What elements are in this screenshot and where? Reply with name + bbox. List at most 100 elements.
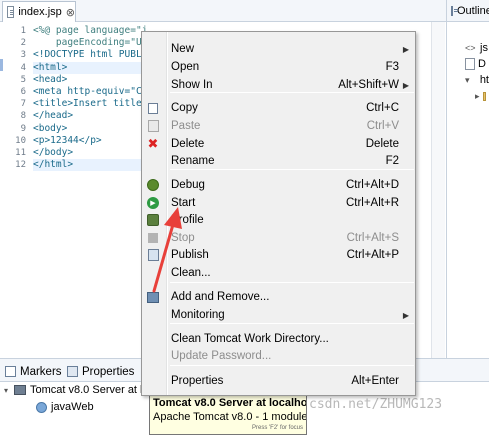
code-line: <!DOCTYPE html PUBL [33, 49, 142, 61]
outline-item[interactable]: <> js [465, 40, 489, 56]
doctype-icon [465, 58, 475, 70]
line-number: 4 [20, 62, 26, 73]
outline-item-label: js [480, 42, 488, 54]
module-tree-item[interactable]: javaWeb [36, 401, 94, 413]
menu-item-monitoring[interactable]: Monitoring ▶ [144, 306, 413, 324]
outline-item[interactable]: ▸ [465, 88, 489, 104]
code-line: <p>12344</p> [33, 134, 102, 146]
close-icon[interactable]: ⊗ [66, 6, 75, 19]
menu-item-shortcut: Ctrl+C [366, 102, 399, 114]
outline-item-label: D [478, 58, 486, 70]
menu-item-label: Copy [171, 102, 198, 114]
arrow-shaft [152, 219, 176, 293]
paste-icon [146, 119, 160, 133]
line-number: 8 [20, 111, 26, 122]
copy-icon [145, 99, 160, 115]
menu-separator [170, 365, 414, 366]
line-number: 6 [20, 87, 26, 98]
menu-item-label: Rename [171, 155, 215, 167]
submenu-arrow-icon: ▶ [402, 310, 409, 320]
menu-item-shortcut: Ctrl+Alt+S [346, 232, 399, 244]
menu-item-label: Monitoring [171, 309, 225, 321]
menu-item-shortcut: Ctrl+V [366, 120, 399, 132]
outline-tab-label: Outline [457, 4, 489, 17]
editor-tab-bar: index.jsp ⊗ [0, 0, 446, 22]
menu-item-label: Properties [171, 375, 224, 387]
code-line: pageEncoding="U [33, 37, 142, 49]
code-line: </head> [33, 110, 74, 122]
menu-item-delete[interactable]: ✖ Delete Delete [144, 135, 413, 153]
editor-tab-index-jsp[interactable]: index.jsp ⊗ [2, 1, 76, 22]
menu-item-debug[interactable]: Debug Ctrl+Alt+D [144, 176, 413, 194]
tooltip-title: Tomcat v8.0 Server at localhost [153, 397, 307, 409]
menu-item-update-password[interactable]: Update Password... [144, 347, 413, 365]
menu-item-label: Update Password... [171, 350, 272, 362]
menu-item-label: Open [171, 61, 200, 73]
line-number: 3 [20, 50, 26, 61]
outline-item[interactable]: D [465, 56, 489, 72]
menu-item-shortcut: Ctrl+Alt+P [346, 249, 399, 261]
chevron-down-icon[interactable]: ▾ [4, 386, 14, 395]
folder-icon [482, 91, 486, 101]
tooltip-footer: Press 'F2' for focus [252, 425, 303, 431]
menu-item-label: New [171, 43, 195, 55]
paste-icon-glyph [147, 120, 159, 132]
markers-icon [5, 366, 16, 377]
code-line: </body> [33, 146, 74, 158]
tab-properties[interactable]: Properties [64, 362, 134, 381]
menu-item-shortcut: Alt+Shift+W [338, 79, 399, 91]
web-module-icon [36, 401, 47, 413]
outline-icon [451, 5, 458, 16]
delete-icon: ✖ [146, 136, 160, 151]
server-icon [14, 385, 26, 395]
line-number: 1 [20, 26, 26, 36]
line-number: 9 [20, 123, 26, 134]
tab-outline[interactable]: Outline [447, 0, 489, 22]
tooltip-subtitle: Apache Tomcat v8.0 - 1 modules [153, 410, 307, 423]
code-line: <%@ page language="java" contentType="te… [33, 25, 148, 36]
menu-item-properties[interactable]: Properties Alt+Enter [144, 372, 413, 390]
menu-item-copy[interactable]: Copy Ctrl+C [144, 99, 413, 117]
chevron-right-icon[interactable]: ▸ [475, 91, 480, 102]
code-line: <body> [33, 122, 68, 134]
menu-separator [170, 323, 414, 324]
code-line: <html> [33, 61, 148, 74]
editor-scrollbar[interactable] [431, 22, 445, 358]
outline-item-label: ht [479, 74, 489, 86]
menu-item-rename[interactable]: Rename F2 [144, 152, 413, 170]
submenu-arrow-icon: ▶ [402, 80, 409, 90]
line-number: 11 [15, 148, 26, 159]
line-number: 12 [15, 160, 26, 171]
code-line: <meta http-equiv="C [33, 85, 142, 97]
submenu-arrow-icon: ▶ [402, 44, 409, 54]
code-line: </html> [33, 159, 148, 172]
menu-item-shortcut: Alt+Enter [351, 375, 399, 387]
menu-item-new[interactable]: New ▶ [144, 40, 413, 58]
menu-item-shortcut: Ctrl+Alt+R [345, 197, 399, 209]
editor-tab-label: index.jsp [18, 6, 62, 18]
menu-item-label: Debug [171, 179, 205, 191]
line-numbers: 1 2 3 4 5 6 7 8 9 10 11 12 [0, 25, 26, 171]
chevron-down-icon[interactable]: ▾ [465, 75, 477, 86]
tag-icon: <> [465, 43, 476, 53]
outline-panel: Outline <> js D ▾ ht ▸ [446, 0, 489, 358]
code-line: <head> [33, 73, 68, 85]
jsp-file-icon [7, 6, 15, 18]
menu-separator [170, 92, 414, 93]
menu-item-paste[interactable]: Paste Ctrl+V [144, 117, 413, 135]
copy-icon-glyph [145, 99, 158, 114]
tab-markers[interactable]: Markers [2, 362, 62, 381]
code-editor[interactable]: <%@ page language="java" contentType="te… [33, 25, 148, 172]
code-line: <title>Insert title [33, 98, 142, 110]
menu-item-shortcut: F3 [385, 61, 399, 73]
menu-item-shortcut: Ctrl+Alt+D [345, 179, 399, 191]
menu-item-open[interactable]: Open F3 [144, 58, 413, 76]
outline-item[interactable]: ▾ ht [465, 72, 489, 88]
debug-icon-glyph [147, 179, 159, 191]
menu-item-shortcut: Delete [365, 138, 399, 150]
red-arrow-annotation [152, 207, 182, 293]
tab-properties-label: Properties [82, 365, 135, 378]
arrow-head [164, 207, 182, 229]
menu-item-clean-tomcat-work-directory[interactable]: Clean Tomcat Work Directory... [144, 330, 413, 348]
menu-item-label: Show In [171, 79, 213, 91]
